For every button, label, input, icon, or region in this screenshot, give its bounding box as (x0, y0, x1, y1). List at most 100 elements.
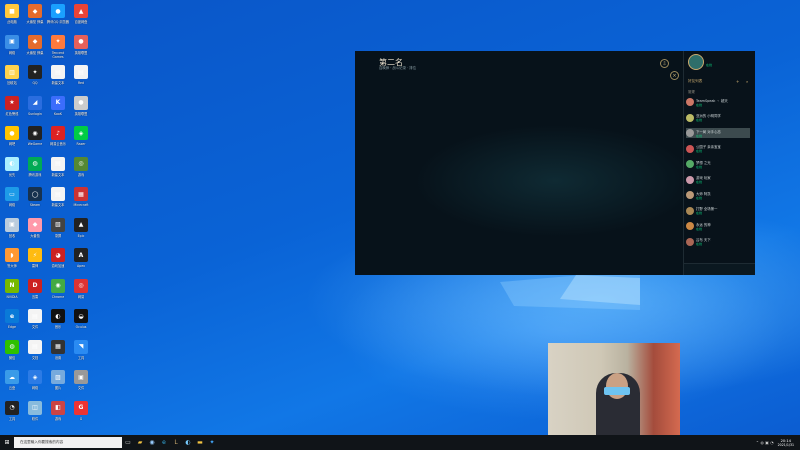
desktop-icon[interactable]: ● 腾讯QQ 浏览器 (47, 2, 69, 34)
qq-icon[interactable]: ✦ (206, 435, 218, 450)
close-icon[interactable]: × (670, 71, 679, 80)
desktop-icon[interactable]: ▣ 回收 (1, 216, 23, 248)
folder-icon[interactable]: ▬ (194, 435, 206, 450)
desktop-icon[interactable]: ◆ 大番茄 (24, 216, 46, 248)
desktop-icon[interactable]: GG (70, 399, 92, 431)
app-icon: ◒ (74, 309, 88, 323)
desktop-icon[interactable]: ◕ 游戏加速 (47, 246, 69, 278)
clock-date[interactable]: 2021/1/31 (778, 443, 794, 447)
desktop-icon-label: 音乐 (54, 325, 62, 329)
app-icon: ▤ (74, 65, 88, 79)
desktop-icon[interactable]: ▣ 文件 (70, 368, 92, 400)
app-icon: ▤ (51, 65, 65, 79)
system-tray[interactable]: ⌃ ◍ ▣ ◔ (756, 440, 774, 445)
desktop-icon[interactable]: ◐ 优先 (1, 155, 23, 187)
search-icon[interactable]: ⌕ (746, 79, 748, 84)
league-icon[interactable]: L (170, 435, 182, 450)
desktop-icon[interactable]: ▧ 录屏 (47, 216, 69, 248)
avatar[interactable] (688, 54, 704, 70)
start-button[interactable]: ⊞ (0, 435, 14, 450)
wallpaper-beam (500, 270, 640, 310)
file-explorer-icon[interactable]: ▰ (134, 435, 146, 450)
desktop-icon[interactable]: ● 英雄联盟 (70, 33, 92, 65)
desktop-icon[interactable]: ◎ 游戏 (70, 155, 92, 187)
app-icon: D (28, 278, 42, 293)
desktop-icon[interactable]: ■ 此电脑 (1, 2, 23, 34)
desktop-icon[interactable]: ▦ Minecraft (70, 185, 92, 217)
desktop-icon[interactable]: ◈ Razer (70, 124, 92, 156)
desktop-icon[interactable]: ◥ 工具 (70, 338, 92, 370)
steam-icon[interactable]: ◉ (146, 435, 158, 450)
app-icon: ▤ (28, 339, 42, 354)
desktop-icon[interactable]: N NVIDIA (1, 277, 23, 309)
desktop-icon[interactable]: ♪ 网易云音乐 (47, 124, 69, 156)
app-icon: ▲ (74, 217, 88, 232)
friend-item[interactable]: TeamSpeak 丶 超天 在线 (686, 97, 750, 107)
desktop-icon[interactable]: ▤ 文件 (24, 307, 46, 339)
desktop-icon[interactable]: A Apex (70, 246, 92, 278)
desktop-icon[interactable]: ✦ Tencent Games (47, 33, 69, 65)
desktop-icon-label: 设置 (54, 355, 62, 360)
edge-icon[interactable]: e (158, 435, 170, 450)
desktop-icon[interactable]: ▨ 图片 (47, 368, 69, 400)
desktop-icon[interactable]: ◍ 微信 (1, 338, 23, 370)
desktop-icon[interactable]: ◍ 腾讯游戏 (24, 155, 46, 187)
desktop-icon[interactable]: D 迅雷 (24, 277, 46, 309)
desktop-icon[interactable]: K KooK (47, 94, 69, 126)
friend-item[interactable]: 公园子 亲亲宝宝 在线 (686, 144, 750, 154)
add-friend-icon[interactable]: + (736, 79, 739, 84)
desktop-icon[interactable]: ▤ 新建文本 (47, 185, 69, 217)
download-icon[interactable]: ⇩ (660, 59, 669, 68)
desktop-icon[interactable]: ◆ 大番茄 蜂巢 (24, 33, 46, 65)
desktop-icon[interactable]: ◢ Sunlogin (24, 94, 46, 126)
desktop-icon[interactable]: ◔ 工具 (1, 399, 23, 431)
friend-item[interactable]: 下一局 对手心态 在线 (686, 128, 750, 138)
desktop-icon[interactable]: ✦ QQ (24, 63, 46, 95)
desktop-icon[interactable]: ▤ 文档 (24, 338, 46, 370)
desktop-icon[interactable]: ▭ 网络 (1, 185, 23, 217)
desktop-icon[interactable]: ◎ 网易 (70, 277, 92, 309)
friend-item[interactable]: 亚洲的 小明同学 在线 (686, 113, 750, 123)
desktop-icon[interactable]: ◆ 大番茄 蜂巢 (24, 2, 46, 34)
desktop-icon[interactable]: ◐ 音乐 (47, 307, 69, 339)
task-view-icon[interactable]: ▭ (122, 435, 134, 450)
app-icon: ◈ (74, 126, 88, 140)
desktop-icon[interactable]: ▲ 百度网盘 (70, 2, 92, 34)
browser-icon[interactable]: ◐ (182, 435, 194, 450)
desktop-icon[interactable]: e Edge (1, 307, 23, 339)
game-client-window[interactable]: 第二名 召唤师 · 战斗记录 · 排位 ⇩ × 在线 好友列表 + ⌕ 常规 T… (355, 51, 755, 275)
friend-item[interactable]: 吕布 天下 在线 (686, 237, 750, 247)
desktop-icon[interactable]: ◫ 软件 (24, 399, 46, 431)
desktop-icon[interactable]: ◉ WeGame (24, 124, 46, 156)
desktop-icon[interactable]: ◒ Oculus (70, 307, 92, 339)
wallpaper-beam (560, 275, 640, 305)
group-label[interactable]: 常规 (688, 89, 695, 94)
friend-item[interactable]: 梦想 之光 在线 (686, 159, 750, 169)
desktop-icon[interactable]: ◗ 鲁大师 (1, 246, 23, 278)
friend-item[interactable]: 游戏 玩家 在线 (686, 175, 750, 185)
desktop-icon[interactable]: ● 网吧 (1, 124, 23, 156)
desktop-icon[interactable]: ▤ 新建文本 (47, 63, 69, 95)
desktop-icon[interactable]: ▥ 回收站 (1, 63, 23, 95)
app-icon: ◫ (28, 400, 42, 415)
friend-item[interactable]: 永远 的神 在线 (686, 221, 750, 231)
desktop-icon[interactable]: ◯ Steam (24, 185, 46, 217)
desktop-icon[interactable]: ▲ Epic (70, 216, 92, 248)
friend-item[interactable]: 打野 全场第一 在线 (686, 206, 750, 216)
desktop-icon[interactable]: ★ 红色警戒 (1, 94, 23, 126)
page-subtitle: 召唤师 · 战斗记录 · 排位 (379, 66, 416, 70)
desktop-icon[interactable]: ● 英雄联盟 (70, 94, 92, 126)
friend-item[interactable]: 大师 阿凯 在线 (686, 190, 750, 200)
app-icon: ♪ (51, 126, 65, 140)
search-input[interactable]: 在这里输入你要搜索的内容 (14, 437, 122, 448)
desktop-icon[interactable]: ◧ 游戏 (47, 399, 69, 431)
desktop-icon[interactable]: ▤ 新建文本 (47, 155, 69, 187)
desktop-icon[interactable]: ⚡ 雷神 (24, 246, 46, 278)
app-icon: ◐ (51, 309, 65, 323)
desktop-icon[interactable]: ◉ Chrome (47, 277, 69, 309)
desktop-icon[interactable]: ▣ 网络 (1, 33, 23, 65)
desktop-icon[interactable]: ▤ Red (70, 63, 92, 95)
desktop-icon[interactable]: ◈ 网络 (24, 368, 46, 400)
desktop-icon[interactable]: ▦ 设置 (47, 338, 69, 370)
desktop-icon[interactable]: ☁ 云盘 (1, 368, 23, 400)
